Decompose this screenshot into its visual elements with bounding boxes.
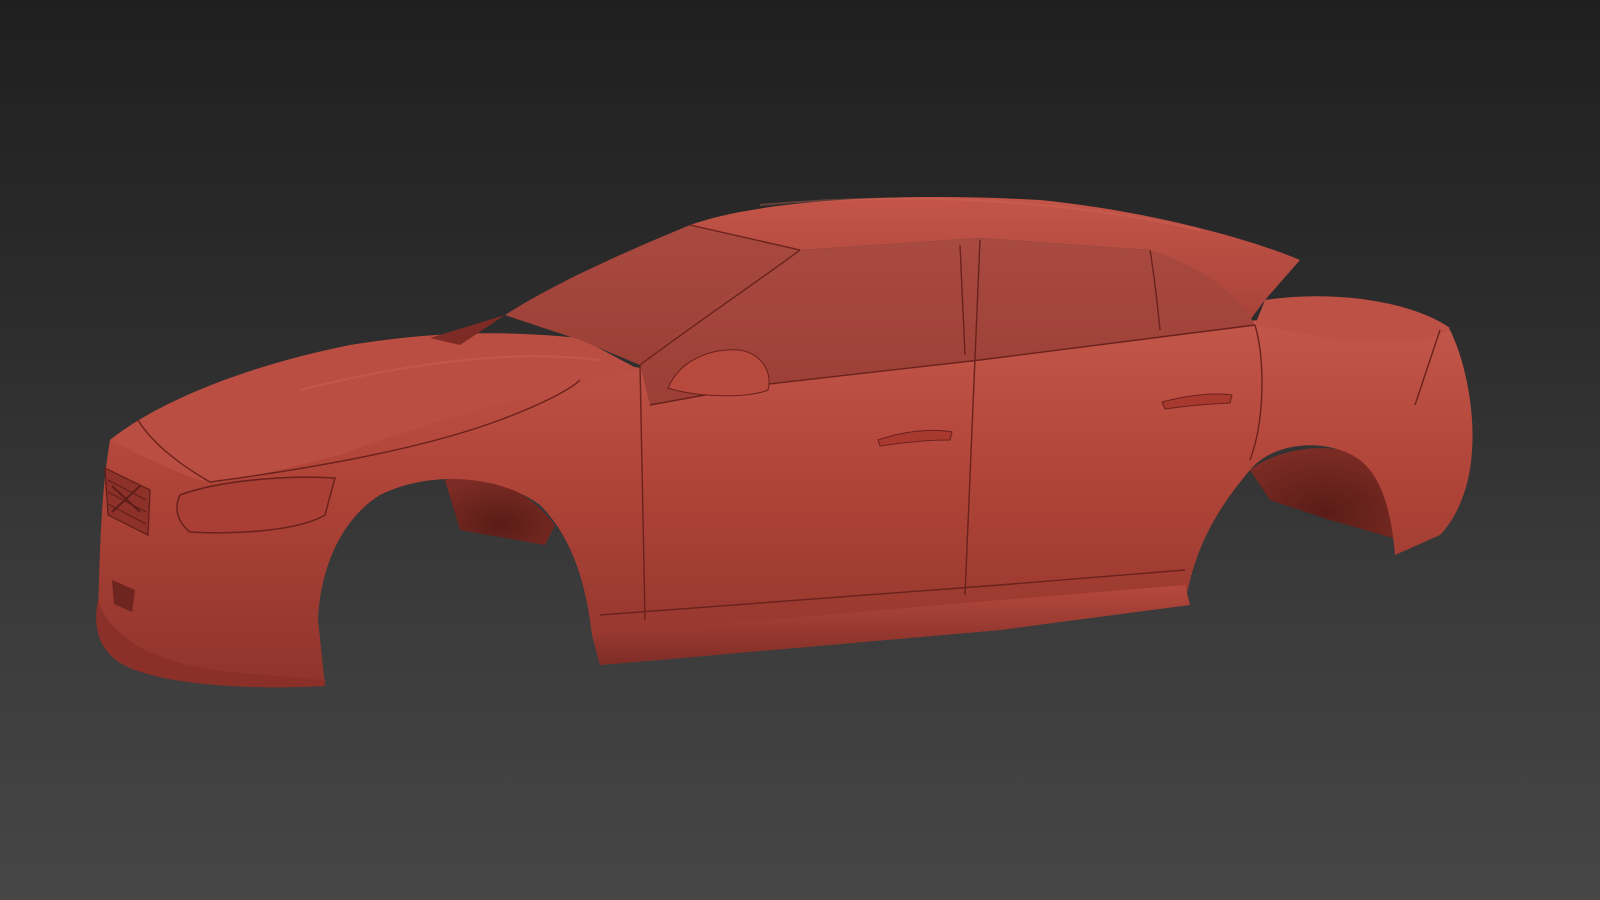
3d-viewport[interactable] xyxy=(0,0,1600,900)
car-body-model[interactable] xyxy=(0,0,1600,900)
